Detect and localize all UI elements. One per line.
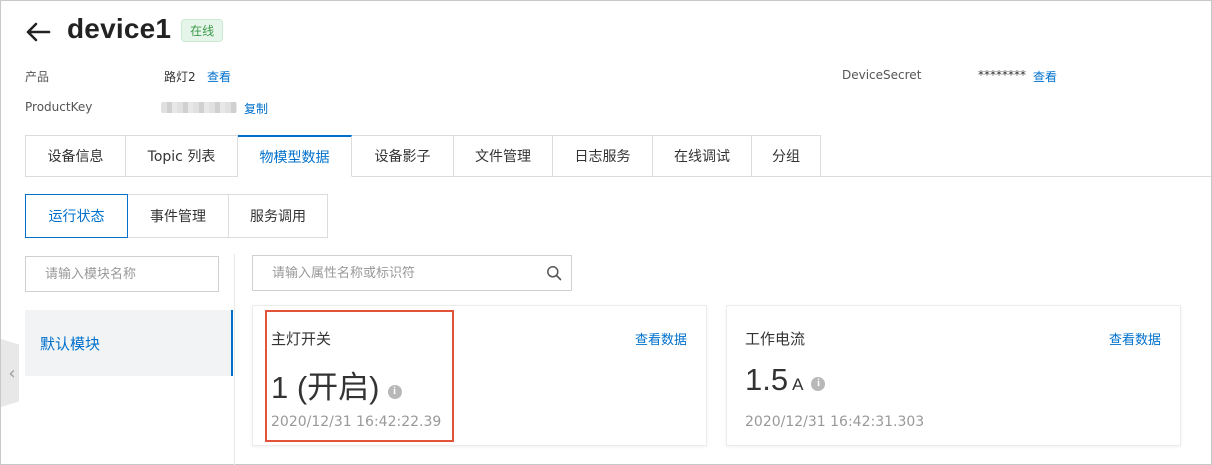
property-name: 工作电流 [745, 330, 806, 348]
tab-file-management[interactable]: 文件管理 [454, 135, 553, 177]
tab-topic-list[interactable]: Topic 列表 [126, 135, 238, 177]
module-search-input[interactable] [26, 266, 215, 282]
tab-device-shadow[interactable]: 设备影子 [352, 135, 454, 177]
status-badge: 在线 [181, 18, 224, 42]
subtab-event-management[interactable]: 事件管理 [128, 194, 229, 238]
property-search-box [252, 255, 572, 291]
devicesecret-value: ******** [978, 68, 1026, 82]
tab-device-info[interactable]: 设备信息 [25, 135, 126, 177]
productkey-label: ProductKey [25, 100, 93, 114]
search-icon[interactable] [546, 265, 562, 281]
back-arrow-icon[interactable] [25, 19, 51, 45]
tabs-baseline [821, 176, 1211, 177]
productkey-value-masked [161, 102, 237, 113]
tab-thing-model-data[interactable]: 物模型数据 [238, 135, 352, 177]
panel-divider [234, 254, 235, 465]
module-search-box [25, 256, 219, 292]
subtab-service-call[interactable]: 服务调用 [229, 194, 328, 238]
devicesecret-view-link[interactable]: 查看 [1033, 68, 1057, 85]
property-value-row: 1.5 A i [745, 362, 826, 398]
productkey-copy-link[interactable]: 复制 [244, 100, 268, 117]
product-value: 路灯2 [164, 70, 196, 84]
tab-group[interactable]: 分组 [752, 135, 821, 177]
product-label: 产品 [25, 70, 50, 84]
property-unit: A [792, 375, 804, 394]
sub-tabs: 运行状态 事件管理 服务调用 [25, 194, 328, 238]
devicesecret-label: DeviceSecret [842, 68, 922, 82]
property-card: 主灯开关 查看数据 1 (开启) i 2020/12/31 16:42:22.3… [252, 305, 707, 446]
subtab-running-status[interactable]: 运行状态 [25, 194, 128, 238]
property-search-input[interactable] [253, 265, 546, 281]
property-value-row: 1 (开启) i [271, 362, 402, 407]
main-tabs: 设备信息 Topic 列表 物模型数据 设备影子 文件管理 日志服务 在线调试 … [25, 135, 821, 177]
property-value: 1.5 [745, 362, 789, 397]
info-icon[interactable]: i [387, 385, 402, 399]
tab-online-debug[interactable]: 在线调试 [653, 135, 752, 177]
property-timestamp: 2020/12/31 16:42:22.39 [271, 414, 442, 430]
page-header: device1 在线 [25, 9, 224, 49]
view-data-link[interactable]: 查看数据 [1109, 329, 1161, 348]
view-data-link[interactable]: 查看数据 [635, 329, 687, 348]
product-view-link[interactable]: 查看 [207, 68, 231, 85]
page-title: device1 [67, 13, 172, 44]
property-value: 1 (开启) [271, 370, 380, 405]
property-name: 主灯开关 [271, 330, 332, 348]
info-icon[interactable]: i [811, 377, 826, 391]
sidebar-collapse-handle[interactable]: ‹ [1, 339, 19, 407]
property-timestamp: 2020/12/31 16:42:31.303 [745, 414, 925, 430]
tab-log-service[interactable]: 日志服务 [553, 135, 653, 177]
module-item-default[interactable]: 默认模块 [25, 310, 233, 376]
property-card: 工作电流 查看数据 1.5 A i 2020/12/31 16:42:31.30… [726, 305, 1181, 446]
chevron-left-icon: ‹ [8, 362, 16, 384]
